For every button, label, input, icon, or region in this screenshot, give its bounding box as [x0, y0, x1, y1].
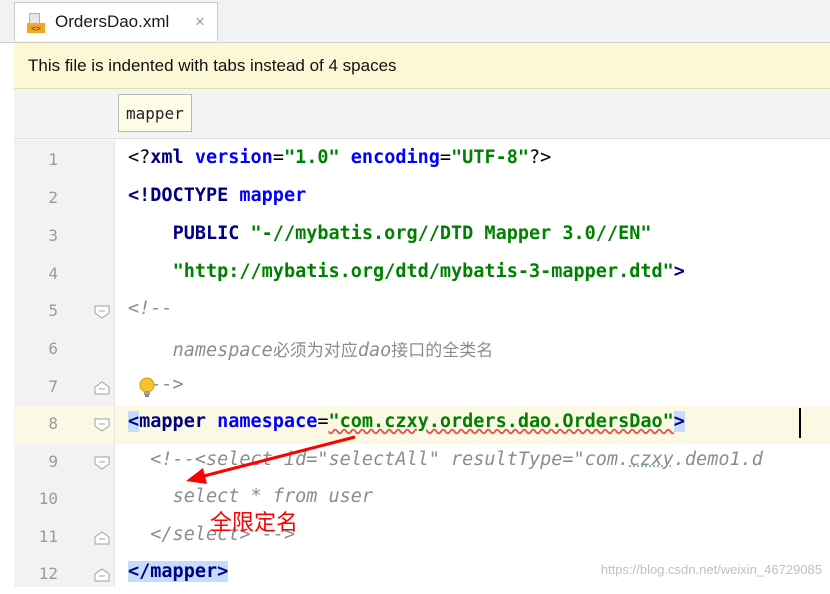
value-version: "1.0" [283, 147, 340, 168]
equals: = [439, 147, 452, 168]
equals: = [317, 411, 329, 432]
tab-orders-dao-xml[interactable]: <> OrdersDao.xml × [14, 2, 218, 41]
close-icon[interactable]: × [195, 12, 205, 32]
public-id-value: "-//mybatis.org//DTD Mapper 3.0//EN" [250, 223, 652, 244]
indentation-notice-banner: This file is indented with tabs instead … [14, 43, 830, 89]
line-number: 9 [48, 452, 58, 471]
equals: = [272, 147, 284, 168]
xml-decl-name: xml [150, 147, 184, 168]
xml-file-icon: <> [27, 13, 45, 33]
mapper-open-bracket: < [128, 411, 140, 432]
code-line-3[interactable]: 3 PUBLIC "-//mybatis.org//DTD Mapper 3.0… [14, 218, 830, 256]
doctype-keyword: <!DOCTYPE [128, 185, 229, 206]
comment-dao-word: dao [357, 340, 392, 361]
line-number: 4 [48, 264, 58, 283]
text-caret [799, 408, 801, 438]
left-edge-strip [0, 43, 15, 587]
line-number: 12 [38, 564, 58, 583]
notice-text: This file is indented with tabs instead … [28, 56, 397, 75]
attr-namespace: namespace [217, 411, 318, 432]
commented-select-a: <!--<select id="selectAll" resultType="c… [150, 449, 630, 470]
svg-text:<>: <> [31, 24, 41, 33]
gutter-separator [114, 140, 115, 587]
line-number: 1 [48, 150, 58, 169]
commented-select-b: czxy [629, 449, 674, 470]
line-number: 10 [38, 489, 58, 508]
line-number: 7 [48, 377, 58, 396]
commented-select-c: .demo1.d [673, 449, 763, 470]
fold-collapse-icon[interactable] [94, 456, 110, 470]
comment-chinese-text-2: 接口的全类名 [391, 341, 494, 361]
mapper-tag-name: mapper [139, 411, 206, 432]
code-line-8[interactable]: 8 <mapper namespace="com.czxy.orders.dao… [14, 406, 830, 444]
fold-end-icon[interactable] [94, 568, 110, 582]
line-number: 5 [48, 301, 58, 320]
fold-end-icon[interactable] [94, 531, 110, 545]
comment-chinese-text: 必须为对应 [272, 341, 358, 361]
fold-collapse-icon[interactable] [94, 305, 110, 319]
value-encoding: "UTF-8" [451, 147, 530, 168]
code-line-11[interactable]: 11 </select> --> [14, 519, 830, 557]
code-line-9[interactable]: 9 <!--<select id="selectAll" resultType=… [14, 444, 830, 482]
code-line-1[interactable]: 1 <?xml version="1.0" encoding="UTF-8"?> [14, 142, 830, 180]
lightbulb-icon[interactable] [136, 376, 158, 400]
editor-tab-bar: <> OrdersDao.xml × [0, 0, 830, 43]
attr-version: version [194, 147, 273, 168]
xml-decl-open: <? [128, 147, 151, 168]
line-number: 2 [48, 188, 58, 207]
mapper-close-bracket: > [217, 561, 229, 582]
fold-collapse-icon[interactable] [94, 418, 110, 432]
breadcrumb-item-mapper[interactable]: mapper [118, 94, 192, 132]
xml-decl-close: ?> [529, 147, 552, 168]
comment-namespace-word: namespace [172, 340, 273, 361]
commented-sql: select * from user [172, 486, 374, 507]
code-line-6[interactable]: 6 namespace必须为对应dao接口的全类名 [14, 331, 830, 369]
mapper-close-open-bracket: </ [128, 561, 151, 582]
line-number: 6 [48, 339, 58, 358]
fold-end-icon[interactable] [94, 381, 110, 395]
line-number: 8 [48, 414, 58, 433]
code-line-10[interactable]: 10 select * from user [14, 481, 830, 519]
code-line-4[interactable]: 4 "http://mybatis.org/dtd/mybatis-3-mapp… [14, 256, 830, 294]
breadcrumb: mapper [14, 89, 830, 139]
watermark: https://blog.csdn.net/weixin_46729085 [600, 562, 822, 577]
line-number: 11 [38, 527, 58, 546]
attr-encoding: encoding [350, 147, 440, 168]
comment-open: <!-- [128, 298, 173, 319]
public-keyword: PUBLIC [172, 223, 240, 244]
doctype-close: > [673, 261, 685, 282]
namespace-value: "com.czxy.orders.dao.OrdersDao" [328, 411, 674, 432]
tab-label: OrdersDao.xml [55, 12, 170, 31]
system-id-value: "http://mybatis.org/dtd/mybatis-3-mapper… [172, 261, 674, 282]
line-number: 3 [48, 226, 58, 245]
mapper-open-close-bracket: > [673, 411, 685, 432]
doctype-name: mapper [239, 185, 307, 206]
annotation-label: 全限定名 [210, 511, 299, 536]
code-line-2[interactable]: 2 <!DOCTYPE mapper [14, 180, 830, 218]
code-line-5[interactable]: 5 <!-- [14, 293, 830, 331]
mapper-close-tag-name: mapper [150, 561, 218, 582]
